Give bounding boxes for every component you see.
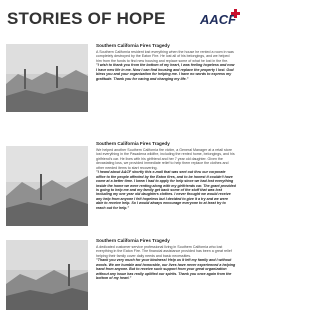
burned-home-image <box>6 146 88 226</box>
story-card: Southern California Fires Tragedy A dedi… <box>0 236 242 314</box>
story-photo <box>6 44 88 112</box>
story-quote: "I wish to thank you from the bottom of … <box>96 63 235 81</box>
aacf-logo: AACF <box>200 8 240 30</box>
story-text: Southern California Fires Tragedy A Sout… <box>96 43 236 81</box>
story-text: Southern California Fires Tragedy We hel… <box>96 141 236 210</box>
story-body: We helped another Southern California fi… <box>96 147 235 170</box>
story-heading: Southern California Fires Tragedy <box>96 43 170 48</box>
burned-home-image <box>6 44 88 112</box>
page-header: STORIES OF HOPE AACF <box>0 0 242 34</box>
story-text: Southern California Fires Tragedy A dedi… <box>96 238 236 281</box>
red-cross-icon <box>231 9 240 18</box>
story-photo <box>6 146 88 226</box>
story-card: Southern California Fires Tragedy A Sout… <box>0 40 242 120</box>
page-title: STORIES OF HOPE <box>7 9 166 28</box>
story-heading: Southern California Fires Tragedy <box>96 238 170 243</box>
story-body: A dedicated customer service professiona… <box>96 244 232 258</box>
burned-home-image <box>6 240 88 310</box>
story-photo <box>6 240 88 310</box>
story-heading: Southern California Fires Tragedy <box>96 141 170 146</box>
story-quote: "Thank you very much for your kindness! … <box>96 258 236 281</box>
story-card: Southern California Fires Tragedy We hel… <box>0 140 242 232</box>
story-quote: "I heard about AACF shortly this e-mail … <box>96 170 236 210</box>
story-body: A Southern California resident lost ever… <box>96 49 234 63</box>
